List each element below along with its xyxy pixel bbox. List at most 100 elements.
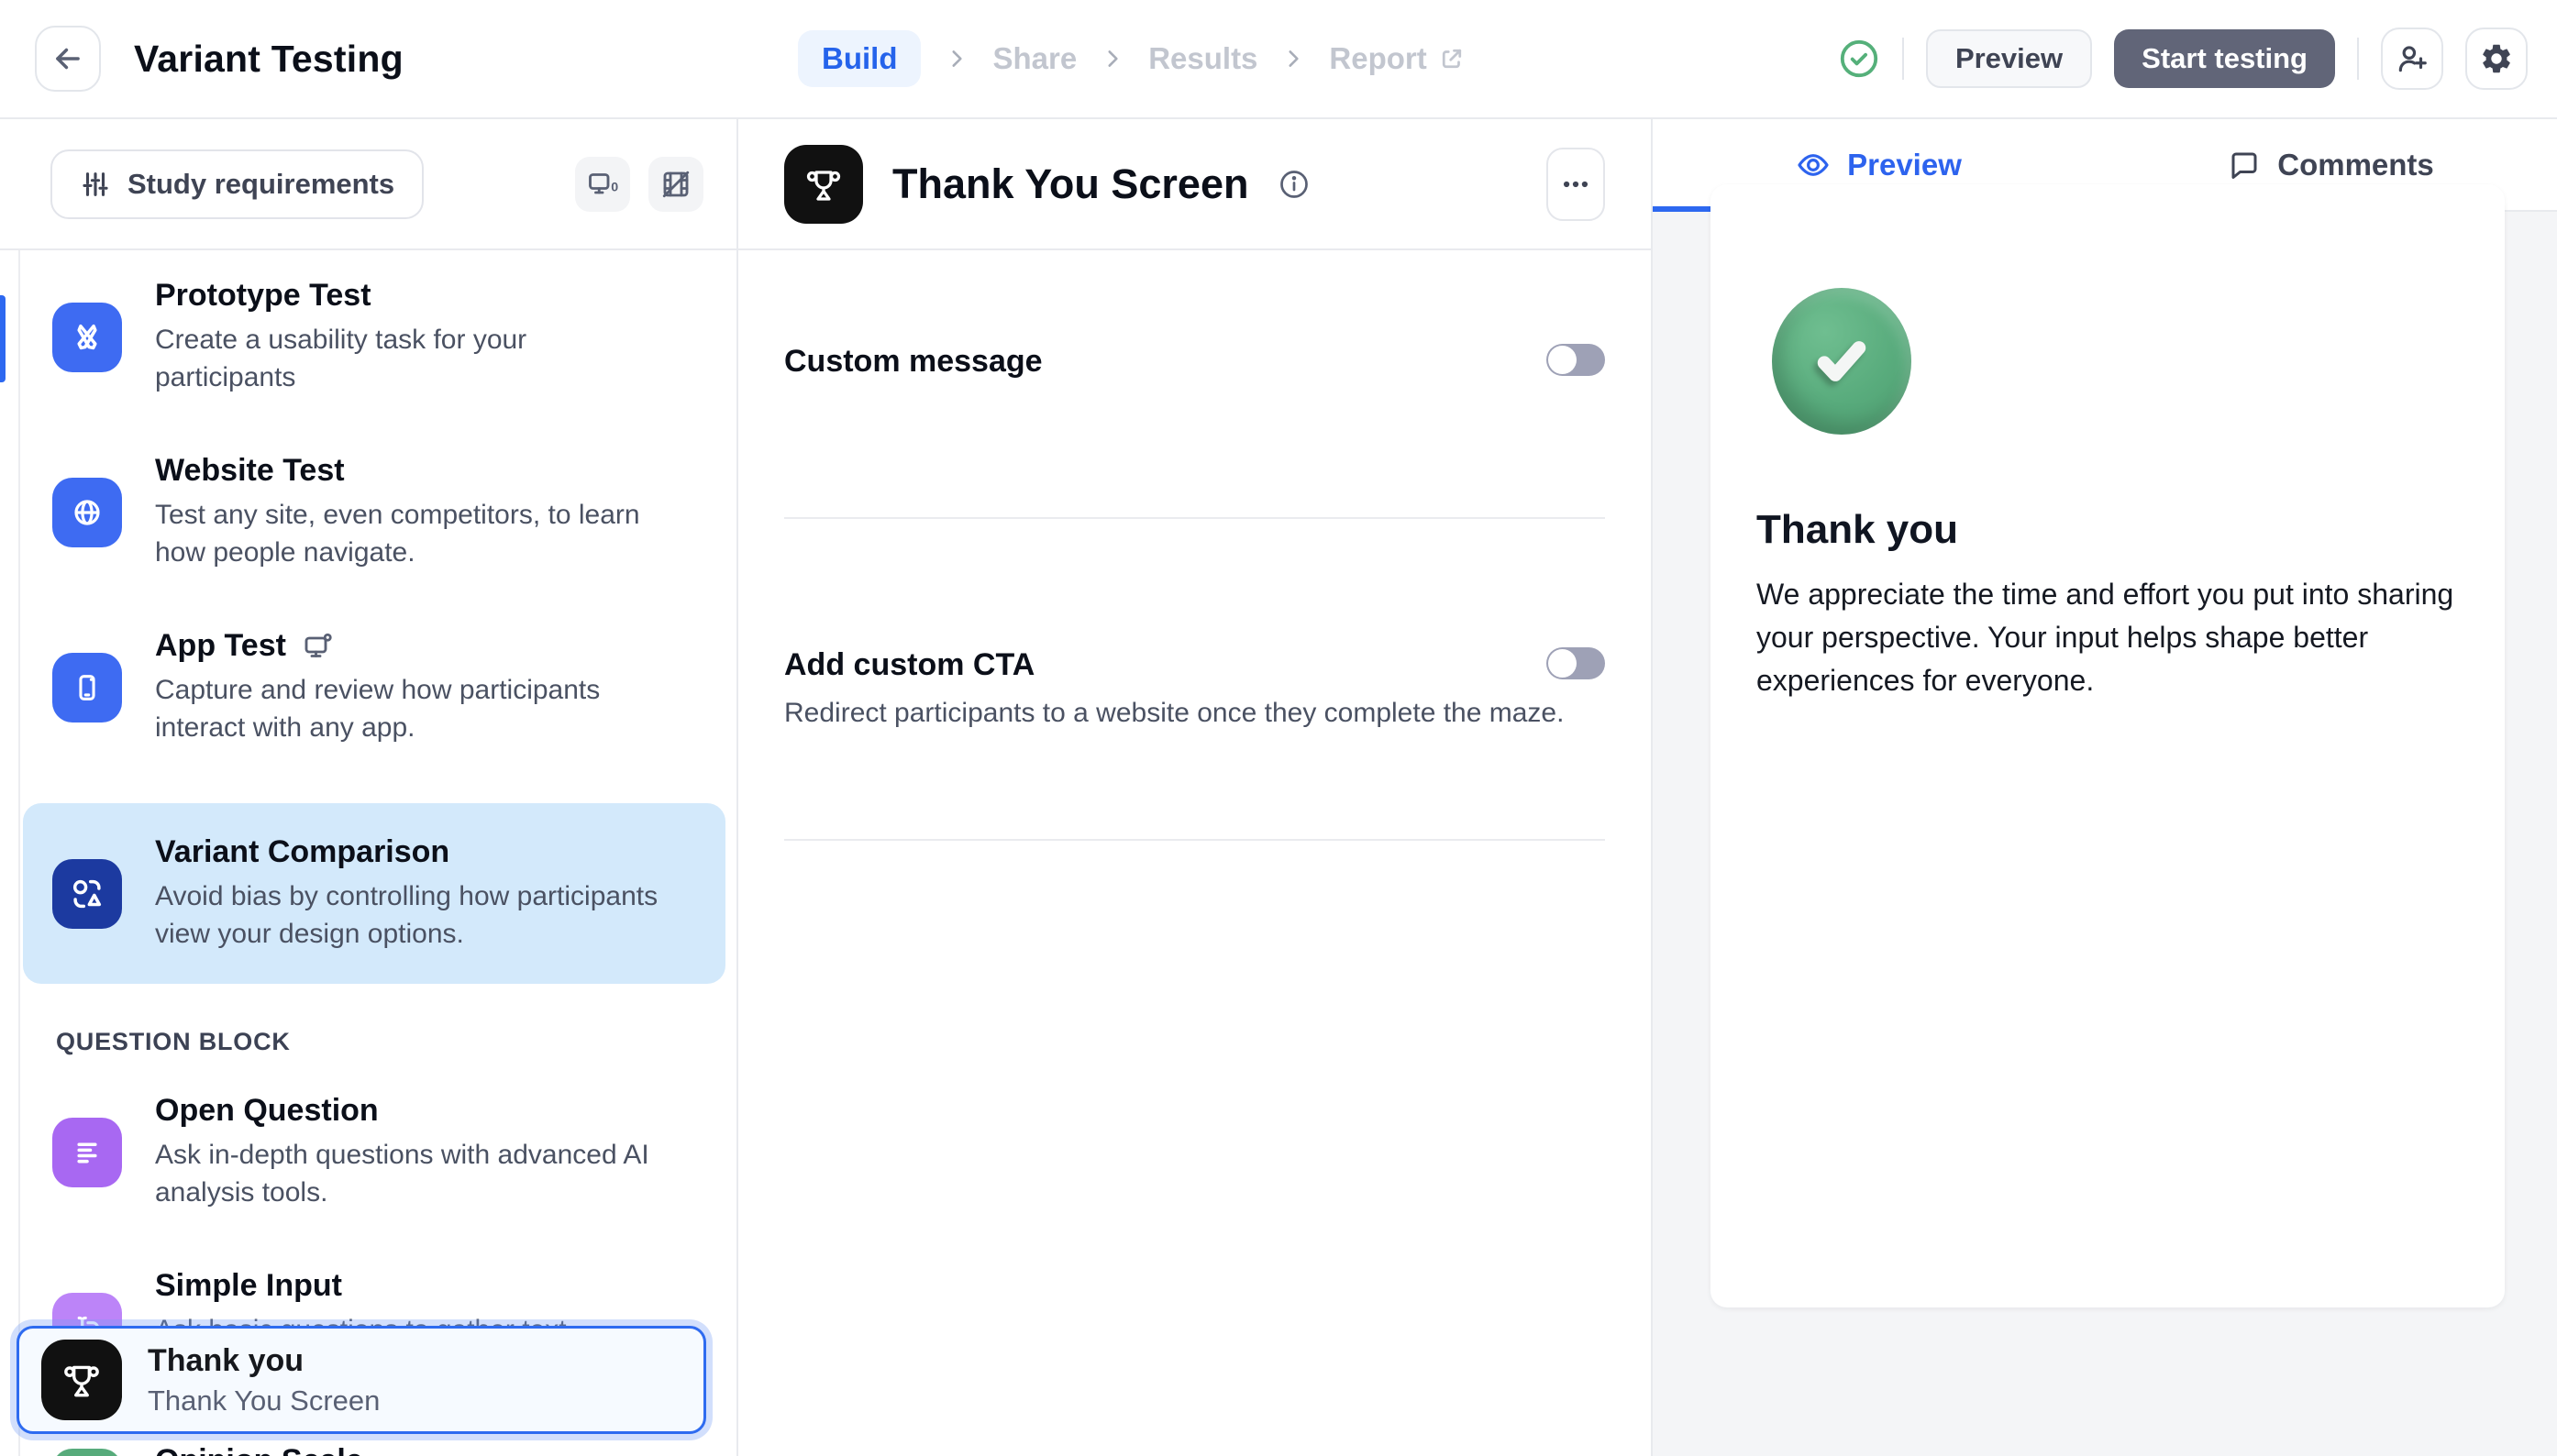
block-item-text: Website Test Test any site, even competi… <box>155 453 670 571</box>
block-title: Opinion Scale <box>155 1443 586 1456</box>
invite-user-button[interactable] <box>2381 28 2443 90</box>
block-item-opinion-scale[interactable]: Opinion Scale Measure opinion with a rat… <box>52 1443 736 1456</box>
chevron-right-icon <box>945 47 969 71</box>
main-layout: Study requirements 0 <box>0 119 2557 1456</box>
arrow-left-icon <box>50 41 85 76</box>
block-description: Ask in-depth questions with advanced AI … <box>155 1136 670 1211</box>
block-title: Prototype Test <box>155 278 670 314</box>
breadcrumb: Build Share Results Report <box>798 30 1466 87</box>
toggle-knob <box>1548 649 1577 678</box>
video-recording-disabled-button[interactable] <box>648 157 703 212</box>
top-bar: Variant Testing Build Share Results Repo… <box>0 0 2557 119</box>
tab-comments-label: Comments <box>2277 148 2434 182</box>
green-check-3d-icon <box>1772 288 1911 435</box>
app-root: Variant Testing Build Share Results Repo… <box>0 0 2557 1456</box>
editor-content: Custom message Add custom CTA Redirect p… <box>738 344 1651 841</box>
block-description: Avoid bias by controlling how participan… <box>155 877 670 953</box>
preview-button[interactable]: Preview <box>1926 29 2092 88</box>
block-item-prototype-test[interactable]: Prototype Test Create a usability task f… <box>52 278 736 396</box>
device-monitor-icon <box>301 630 334 663</box>
block-list: Prototype Test Create a usability task f… <box>0 250 736 1456</box>
settings-button[interactable] <box>2465 28 2528 90</box>
block-title-label: App Test <box>155 628 286 664</box>
block-item-app-test[interactable]: App Test Capture and review how particip… <box>52 628 736 746</box>
editor-header: Thank You Screen <box>738 119 1651 250</box>
editor-panel: Thank You Screen Custom message Add <box>738 119 1653 1456</box>
star-icon <box>52 1449 122 1456</box>
gear-icon <box>2479 41 2514 76</box>
block-item-text: Open Question Ask in-depth questions wit… <box>155 1093 670 1211</box>
device-count-button[interactable]: 0 <box>575 157 630 212</box>
divider <box>1902 38 1904 80</box>
block-title: App Test <box>155 628 670 664</box>
sidebar-toolbar-icons: 0 <box>575 157 703 212</box>
preview-heading: Thank you <box>1756 507 1958 553</box>
selected-block-thank-you[interactable]: Thank you Thank You Screen <box>17 1326 706 1434</box>
scroll-indicator <box>0 295 6 382</box>
prototype-icon <box>52 303 122 372</box>
breadcrumb-build[interactable]: Build <box>798 30 921 87</box>
study-requirements-button[interactable]: Study requirements <box>50 149 424 219</box>
breadcrumb-report-label: Report <box>1329 41 1426 76</box>
document-lines-icon <box>52 1118 122 1187</box>
breadcrumb-results[interactable]: Results <box>1148 41 1257 76</box>
more-options-button[interactable] <box>1546 148 1605 221</box>
block-title: Simple Input <box>155 1268 670 1304</box>
eye-icon <box>1796 148 1831 182</box>
selected-block-title: Thank you <box>148 1343 380 1379</box>
setting-label: Add custom CTA <box>784 647 1035 683</box>
phone-icon <box>52 653 122 722</box>
video-off-icon <box>659 168 692 201</box>
setting-description: Redirect participants to a website once … <box>784 698 1605 729</box>
divider <box>784 517 1605 519</box>
sidebar-toolbar: Study requirements 0 <box>0 119 736 250</box>
breadcrumb-report[interactable]: Report <box>1329 41 1465 76</box>
trophy-icon <box>784 145 863 224</box>
setting-row-custom-message: Custom message <box>784 344 1605 380</box>
block-item-text: App Test Capture and review how particip… <box>155 628 670 746</box>
divider <box>784 839 1605 841</box>
block-title: Website Test <box>155 453 670 489</box>
block-title: Variant Comparison <box>155 834 670 870</box>
custom-message-toggle[interactable] <box>1546 344 1605 376</box>
preview-body-text: We appreciate the time and effort you pu… <box>1756 573 2464 702</box>
trophy-icon <box>41 1340 122 1420</box>
top-bar-left: Variant Testing <box>0 26 798 92</box>
block-item-variant-comparison[interactable]: Variant Comparison Avoid bias by control… <box>23 803 725 984</box>
back-button[interactable] <box>35 26 101 92</box>
globe-icon <box>52 478 122 547</box>
selected-block-subtitle: Thank You Screen <box>148 1384 380 1417</box>
block-item-text: Prototype Test Create a usability task f… <box>155 278 670 396</box>
breadcrumb-share[interactable]: Share <box>992 41 1077 76</box>
list-rail <box>18 250 20 1456</box>
block-item-website-test[interactable]: Website Test Test any site, even competi… <box>52 453 736 571</box>
add-user-icon <box>2395 41 2430 76</box>
divider <box>2357 38 2359 80</box>
devices-icon: 0 <box>586 168 619 201</box>
add-custom-cta-toggle[interactable] <box>1546 647 1605 679</box>
study-requirements-label: Study requirements <box>127 168 394 201</box>
page-title: Variant Testing <box>134 38 404 81</box>
info-icon[interactable] <box>1278 168 1311 201</box>
block-description: Test any site, even competitors, to lear… <box>155 496 670 571</box>
top-bar-actions: Preview Start testing <box>1838 28 2557 90</box>
preview-panel: Preview Comments Thank you We appre <box>1653 119 2557 1456</box>
variant-swap-icon <box>52 859 122 929</box>
comment-icon <box>2228 149 2261 182</box>
external-link-icon <box>1438 45 1466 72</box>
chevron-right-icon <box>1101 47 1124 71</box>
toggle-knob <box>1548 346 1577 374</box>
block-item-open-question[interactable]: Open Question Ask in-depth questions wit… <box>52 1093 736 1211</box>
block-item-text: Variant Comparison Avoid bias by control… <box>155 834 670 953</box>
thank-you-preview-card: Thank you We appreciate the time and eff… <box>1710 184 2505 1307</box>
editor-title: Thank You Screen <box>892 160 1248 208</box>
selected-block-text: Thank you Thank You Screen <box>148 1343 380 1417</box>
saved-check-circle-icon <box>1838 38 1880 80</box>
start-testing-button[interactable]: Start testing <box>2114 29 2335 88</box>
ellipsis-icon <box>1560 169 1591 200</box>
sliders-icon <box>80 169 111 200</box>
chevron-right-icon <box>1281 47 1305 71</box>
setting-label: Custom message <box>784 344 1043 380</box>
block-title: Open Question <box>155 1093 670 1129</box>
block-item-text: Opinion Scale Measure opinion with a rat… <box>155 1443 586 1456</box>
